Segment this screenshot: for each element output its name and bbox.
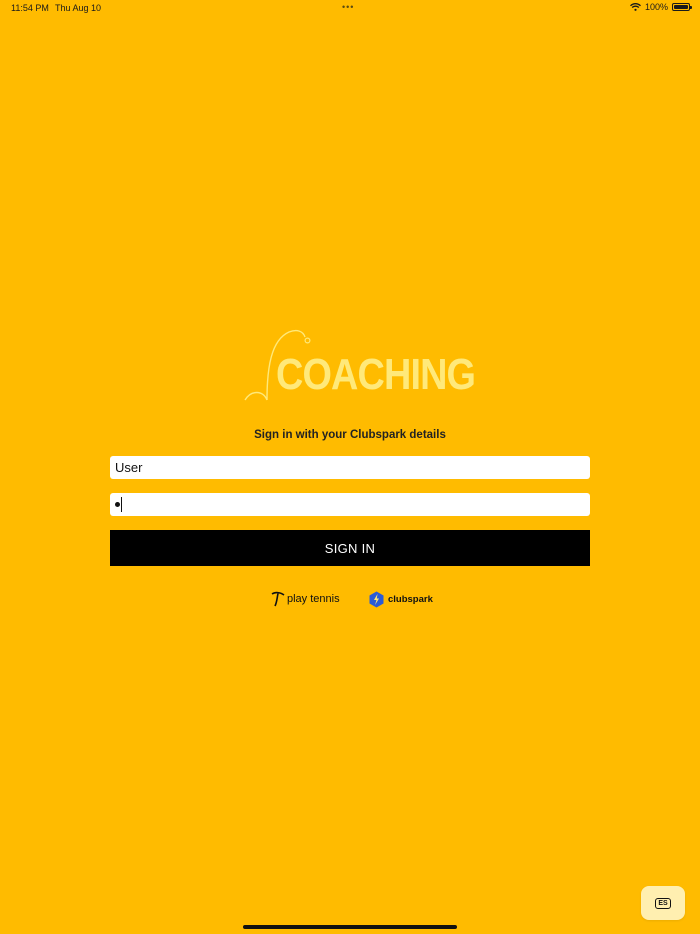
clubspark-text: clubspark: [388, 594, 433, 605]
partner-logos: play tennis clubspark: [0, 590, 700, 610]
battery-icon: [672, 3, 692, 11]
username-value: User: [115, 460, 143, 475]
clubspark-logo: clubspark: [369, 591, 433, 608]
status-date: Thu Aug 10: [55, 3, 102, 13]
signin-subtitle: Sign in with your Clubspark details: [254, 429, 446, 441]
playtennis-text: play tennis: [287, 593, 340, 605]
username-field[interactable]: User: [110, 456, 590, 479]
playtennis-icon: [271, 591, 285, 607]
battery-percentage: 100%: [644, 2, 668, 12]
status-bar: 11:54 PM Thu Aug 10 ••• 100%: [0, 0, 700, 18]
language-es-button[interactable]: ES: [641, 886, 685, 920]
status-indicators: 100%: [630, 2, 692, 12]
coaching-logo: COACHING: [243, 328, 476, 406]
multitask-dots[interactable]: •••: [342, 2, 354, 12]
logo-text: COACHING: [276, 350, 476, 399]
es-label: ES: [655, 897, 671, 909]
clubspark-icon: [369, 591, 384, 608]
wifi-icon: [630, 3, 641, 11]
playtennis-logo: play tennis: [271, 591, 340, 607]
password-mask-dot: [115, 502, 120, 507]
status-time: 11:54 PM: [11, 3, 49, 13]
sign-in-button[interactable]: SIGN IN: [110, 530, 590, 566]
home-indicator[interactable]: [243, 925, 457, 929]
password-field[interactable]: [110, 493, 590, 516]
text-caret: [121, 497, 122, 512]
